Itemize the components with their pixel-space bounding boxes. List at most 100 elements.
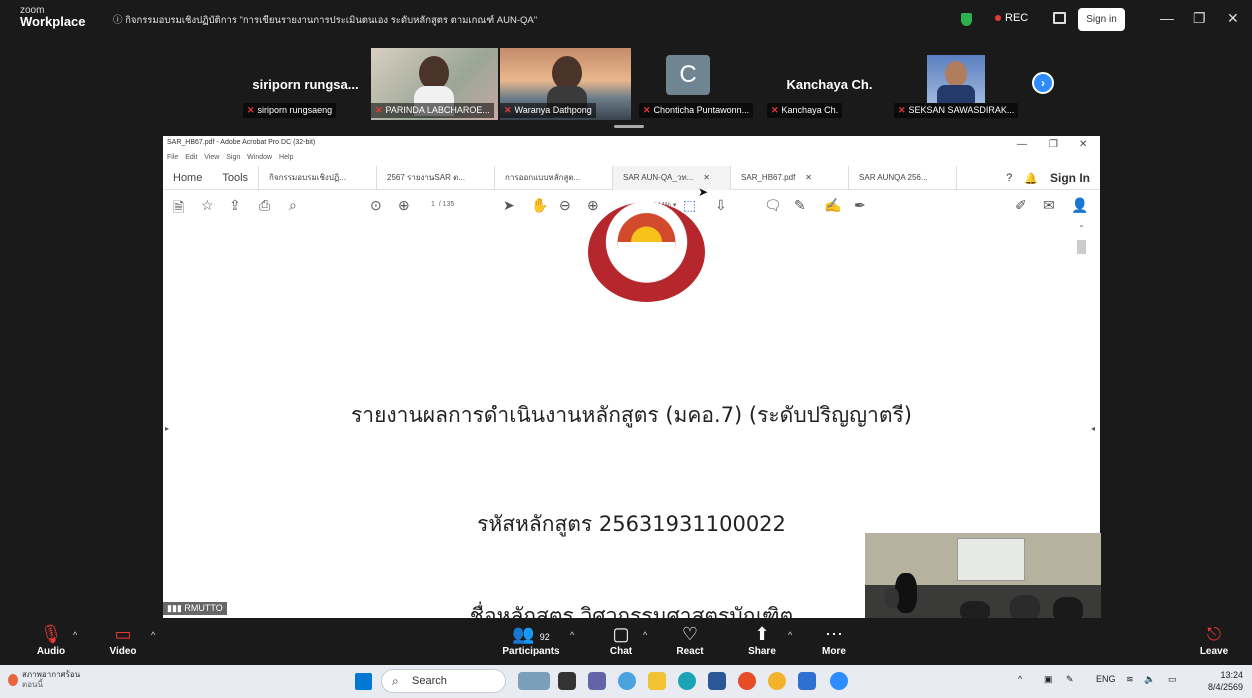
sign-icon[interactable]: ✐: [1015, 197, 1027, 214]
share-options-icon[interactable]: ^: [788, 630, 792, 640]
page-up-icon[interactable]: ⊙: [370, 197, 382, 214]
upload-icon[interactable]: ⇪: [229, 197, 241, 214]
save-icon[interactable]: 🗎: [173, 197, 184, 221]
self-video-thumbnail[interactable]: [865, 533, 1101, 623]
tab-document[interactable]: SAR_HB67.pdf ✕: [731, 165, 850, 190]
scroll-up-icon[interactable]: ⌃: [1076, 224, 1087, 233]
chat-button[interactable]: ▢ Chat: [606, 622, 636, 657]
bookmark-star-icon[interactable]: ☆: [201, 197, 214, 214]
chrome-icon[interactable]: [738, 672, 756, 690]
weather-widget[interactable]: สภาพอากาศร้อน ตอนนี้: [22, 670, 80, 690]
tab-document-active[interactable]: SAR AUN-QA_วท... ✕: [613, 165, 732, 190]
acrobat-sign-in[interactable]: Sign In: [1050, 171, 1090, 185]
acrobat-close-icon[interactable]: ✕: [1079, 139, 1087, 150]
participant-tile[interactable]: Kanchaya Ch. Kanchaya Ch.: [767, 48, 892, 120]
system-clock[interactable]: 13:24 8/4/2569: [1208, 669, 1243, 693]
hand-tool-icon[interactable]: ✋: [531, 197, 548, 214]
fill-sign-icon[interactable]: ✒: [854, 197, 866, 214]
chat-options-icon[interactable]: ^: [643, 630, 647, 640]
next-participants-button[interactable]: ›: [1032, 72, 1054, 94]
video-button[interactable]: ▭ Video: [105, 622, 141, 657]
scroll-mode-icon[interactable]: ⇩: [715, 197, 727, 214]
chrome-profile-icon[interactable]: [768, 672, 786, 690]
fit-page-icon[interactable]: ⬚: [683, 197, 696, 214]
tab-document[interactable]: SAR AUNQA 256...: [849, 165, 958, 190]
participant-tile[interactable]: PARINDA LABCHAROE...: [371, 48, 498, 120]
left-pane-toggle-icon[interactable]: ▸: [165, 424, 169, 433]
file-explorer-icon[interactable]: [648, 672, 666, 690]
tray-overflow-icon[interactable]: ^: [1018, 674, 1022, 684]
view-layout-icon[interactable]: [1053, 12, 1066, 24]
strip-drag-handle[interactable]: [614, 125, 644, 128]
email-icon[interactable]: ✉: [1043, 197, 1055, 214]
scrollbar-thumb[interactable]: [1077, 240, 1086, 254]
teams-icon[interactable]: [588, 672, 606, 690]
participants-options-icon[interactable]: ^: [570, 630, 574, 640]
volume-icon[interactable]: 🔈: [1144, 674, 1155, 685]
minimize-icon[interactable]: —: [1160, 10, 1174, 26]
tab-close-icon[interactable]: ✕: [805, 173, 812, 182]
zoom-in-icon[interactable]: ⊕: [587, 197, 599, 214]
tab-tools[interactable]: Tools: [212, 165, 260, 190]
notification-bell-icon[interactable]: 🔔: [1024, 172, 1038, 185]
help-icon[interactable]: ?: [1006, 172, 1012, 184]
video-off-icon: ▭: [114, 624, 132, 644]
participants-label: Participants: [502, 646, 560, 657]
battery-icon[interactable]: ▭: [1168, 674, 1177, 685]
acrobat-minimize-icon[interactable]: —: [1017, 139, 1027, 150]
weather-icon[interactable]: [8, 674, 18, 686]
select-cursor-icon[interactable]: ➤: [503, 197, 515, 214]
participant-tile[interactable]: Waranya Dathpong: [500, 48, 631, 120]
participant-tile[interactable]: SEKSAN SAWASDIRAK...: [894, 48, 1024, 120]
participant-tile[interactable]: siriporn rungsa... siriporn rungsaeng: [243, 48, 368, 120]
university-seal-logo: [588, 202, 705, 302]
zoom-search-icon[interactable]: ⌕: [289, 197, 297, 214]
tray-pen-icon[interactable]: ✎: [1066, 674, 1074, 685]
page-current[interactable]: 1: [431, 201, 435, 208]
tab-document[interactable]: 2567 รายงานSAR ต...: [377, 165, 496, 190]
maximize-icon[interactable]: ❐: [1193, 10, 1206, 27]
participants-button[interactable]: 👥 92 Participants: [500, 622, 562, 657]
page-indicator[interactable]: 1 / 135: [431, 201, 454, 208]
recording-indicator[interactable]: REC: [995, 12, 1028, 24]
leave-button[interactable]: ⎋ Leave: [1197, 622, 1231, 657]
zoom-out-icon[interactable]: ⊖: [559, 197, 571, 214]
more-button[interactable]: ⋯ More: [818, 622, 850, 657]
highlight-pen-icon[interactable]: ✎: [794, 197, 806, 214]
right-pane-toggle-icon[interactable]: ◂: [1091, 424, 1095, 433]
react-button[interactable]: ♡ React: [674, 622, 706, 657]
app-icon[interactable]: [558, 672, 576, 690]
draw-icon[interactable]: ✍: [824, 197, 841, 214]
tab-document[interactable]: กิจกรรมอบรมเชิงปฏิ...: [259, 165, 378, 190]
comment-icon[interactable]: 🗨: [764, 197, 782, 214]
participant-tile[interactable]: C Chonticha Puntawonn...: [639, 48, 764, 120]
app-icon[interactable]: [618, 672, 636, 690]
meeting-title[interactable]: ⓘ กิจกรรมอบรมเชิงปฏิบัติการ "การเขียนราย…: [113, 12, 537, 28]
language-indicator[interactable]: ENG: [1096, 674, 1116, 684]
audio-options-icon[interactable]: ^: [73, 630, 77, 640]
share-user-icon[interactable]: 👤: [1071, 197, 1088, 214]
participant-label: PARINDA LABCHAROE...: [371, 103, 494, 118]
tab-close-icon[interactable]: ✕: [703, 173, 710, 182]
zoom-app-icon[interactable]: [830, 672, 848, 690]
sign-in-button[interactable]: Sign in: [1078, 8, 1125, 31]
windows-start-icon[interactable]: [355, 673, 372, 690]
edge-icon[interactable]: [678, 672, 696, 690]
acrobat-menu-bar[interactable]: File Edit View Sign Window Help: [167, 154, 293, 161]
share-button[interactable]: ⬆ Share: [746, 622, 778, 657]
wifi-icon[interactable]: ≋: [1126, 674, 1134, 685]
page-down-icon[interactable]: ⊕: [398, 197, 410, 214]
video-options-icon[interactable]: ^: [151, 630, 155, 640]
taskbar-search[interactable]: ⌕ Search: [381, 669, 506, 693]
print-icon[interactable]: ⎙: [259, 197, 270, 214]
tab-home[interactable]: Home: [163, 166, 212, 190]
tab-document[interactable]: การออกแบบหลักสูต...: [495, 165, 614, 190]
audio-button[interactable]: 🎙 Audio: [33, 622, 69, 657]
outlook-icon[interactable]: [798, 672, 816, 690]
app-icon[interactable]: [708, 672, 726, 690]
security-shield-icon[interactable]: [961, 13, 972, 26]
tray-app-icon[interactable]: ▣: [1044, 674, 1053, 685]
taskview-icon[interactable]: [518, 672, 550, 690]
acrobat-restore-icon[interactable]: ❐: [1049, 139, 1058, 150]
close-icon[interactable]: ✕: [1227, 10, 1239, 27]
